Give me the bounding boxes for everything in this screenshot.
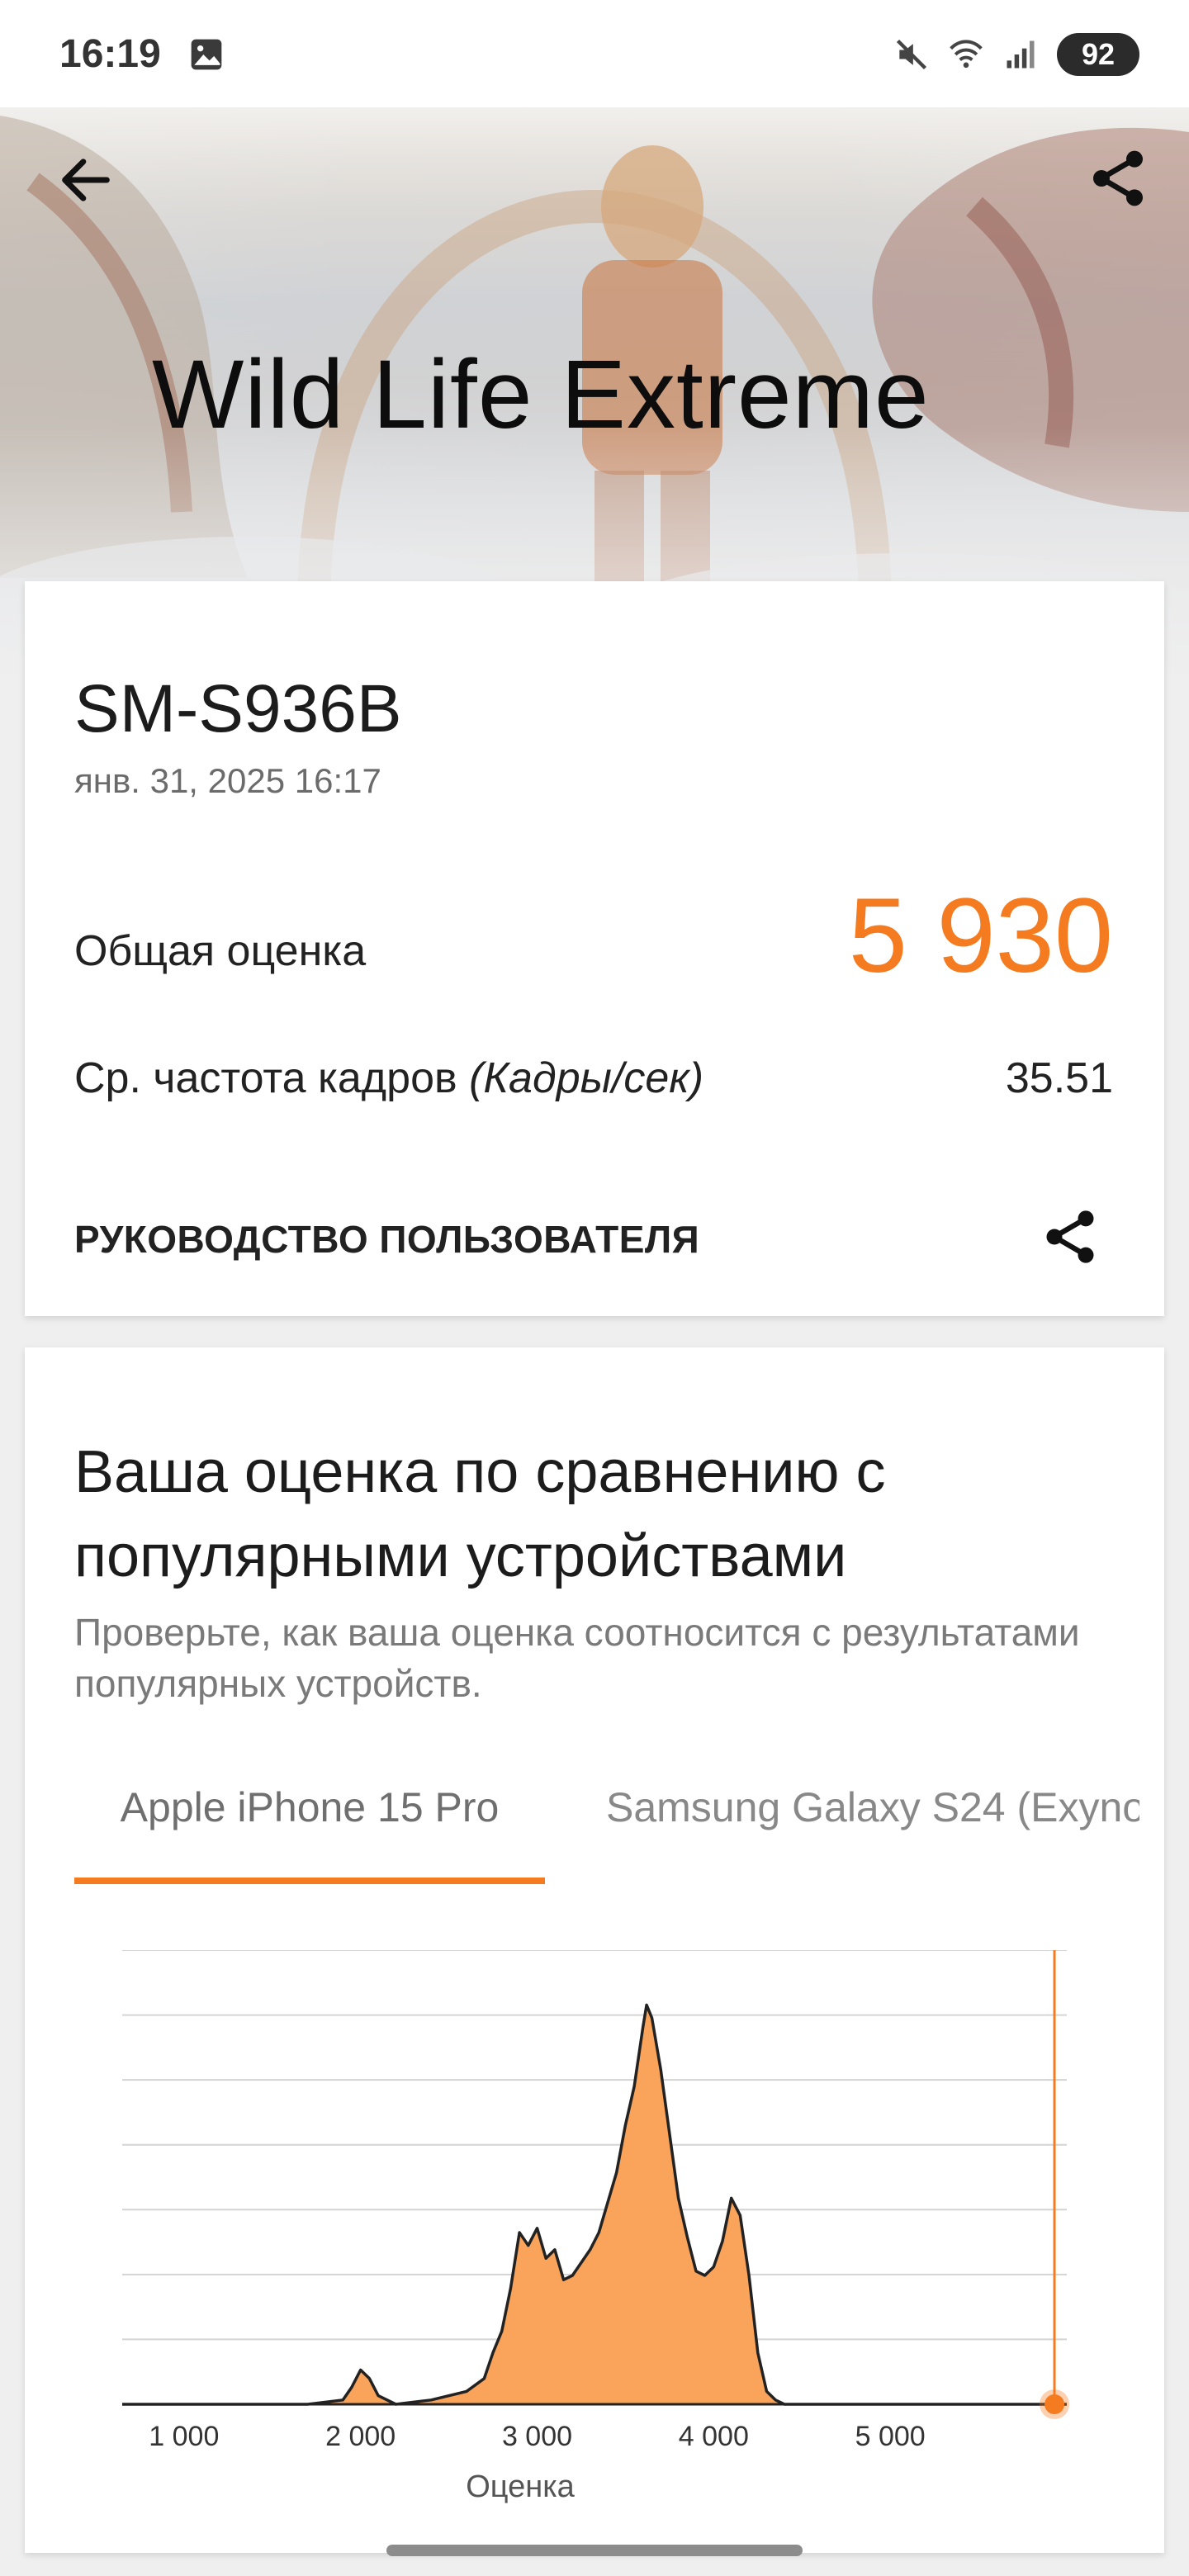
user-guide-link[interactable]: РУКОВОДСТВО ПОЛЬЗОВАТЕЛЯ (74, 1217, 699, 1262)
overall-score-value: 5 930 (848, 877, 1113, 995)
status-time: 16:19 (59, 32, 161, 76)
x-tick-label: 4 000 (679, 2421, 749, 2452)
overall-score-label: Общая оценка (74, 927, 367, 975)
score-distribution-chart: 1 000 2 000 3 000 4 000 5 000 Оценка (122, 1950, 1070, 2504)
page-title: Wild Life Extreme (152, 340, 930, 449)
avg-fps-units: (Кадры/сек) (469, 1054, 704, 1102)
x-tick-label: 1 000 (149, 2421, 219, 2452)
your-score-marker (1045, 2394, 1065, 2414)
distribution-area (122, 2005, 1067, 2404)
x-tick-label: 3 000 (502, 2421, 572, 2452)
active-tab-indicator (74, 1878, 545, 1884)
status-bar: 16:19 92 (0, 0, 1189, 107)
home-indicator[interactable] (386, 2545, 803, 2556)
x-tick-label: 5 000 (855, 2421, 926, 2452)
signal-icon (1007, 40, 1035, 69)
avg-fps-value: 35.51 (1005, 1054, 1113, 1102)
device-tabs: Apple iPhone 15 Pro Samsung Galaxy S24 (… (74, 1783, 1139, 1874)
gallery-icon (191, 39, 222, 70)
tab-samsung-galaxy-s24[interactable]: Samsung Galaxy S24 (Exynos (606, 1783, 1139, 1874)
device-name: SM-S936B (74, 671, 402, 746)
comparison-subtitle: Проверьте, как ваша оценка соотносится с… (74, 1611, 1080, 1705)
x-axis-label: Оценка (466, 2469, 575, 2504)
comparison-title: Ваша оценка по сравнению с популярными у… (74, 1439, 886, 1589)
avg-fps-label-text: Ср. частота кадров (74, 1054, 457, 1102)
x-tick-label: 2 000 (325, 2421, 396, 2452)
share-result-icon[interactable] (1039, 1205, 1101, 1268)
arrow-left-icon[interactable] (54, 149, 117, 211)
app-screen: 16:19 92 Wild Life Extreme SM-S936B янв.… (0, 0, 1189, 2576)
mute-icon (896, 39, 927, 70)
share-icon[interactable] (1085, 145, 1151, 211)
tab-apple-iphone-15-pro[interactable]: Apple iPhone 15 Pro (74, 1783, 545, 1874)
test-date: янв. 31, 2025 16:17 (74, 761, 381, 800)
avg-fps-label: Ср. частота кадров (Кадры/сек) (74, 1054, 703, 1103)
result-card: SM-S936B янв. 31, 2025 16:17 Общая оценк… (25, 581, 1164, 1316)
wifi-icon (950, 40, 983, 69)
battery-indicator: 92 (1057, 33, 1139, 76)
comparison-card: Ваша оценка по сравнению с популярными у… (25, 1347, 1164, 2553)
